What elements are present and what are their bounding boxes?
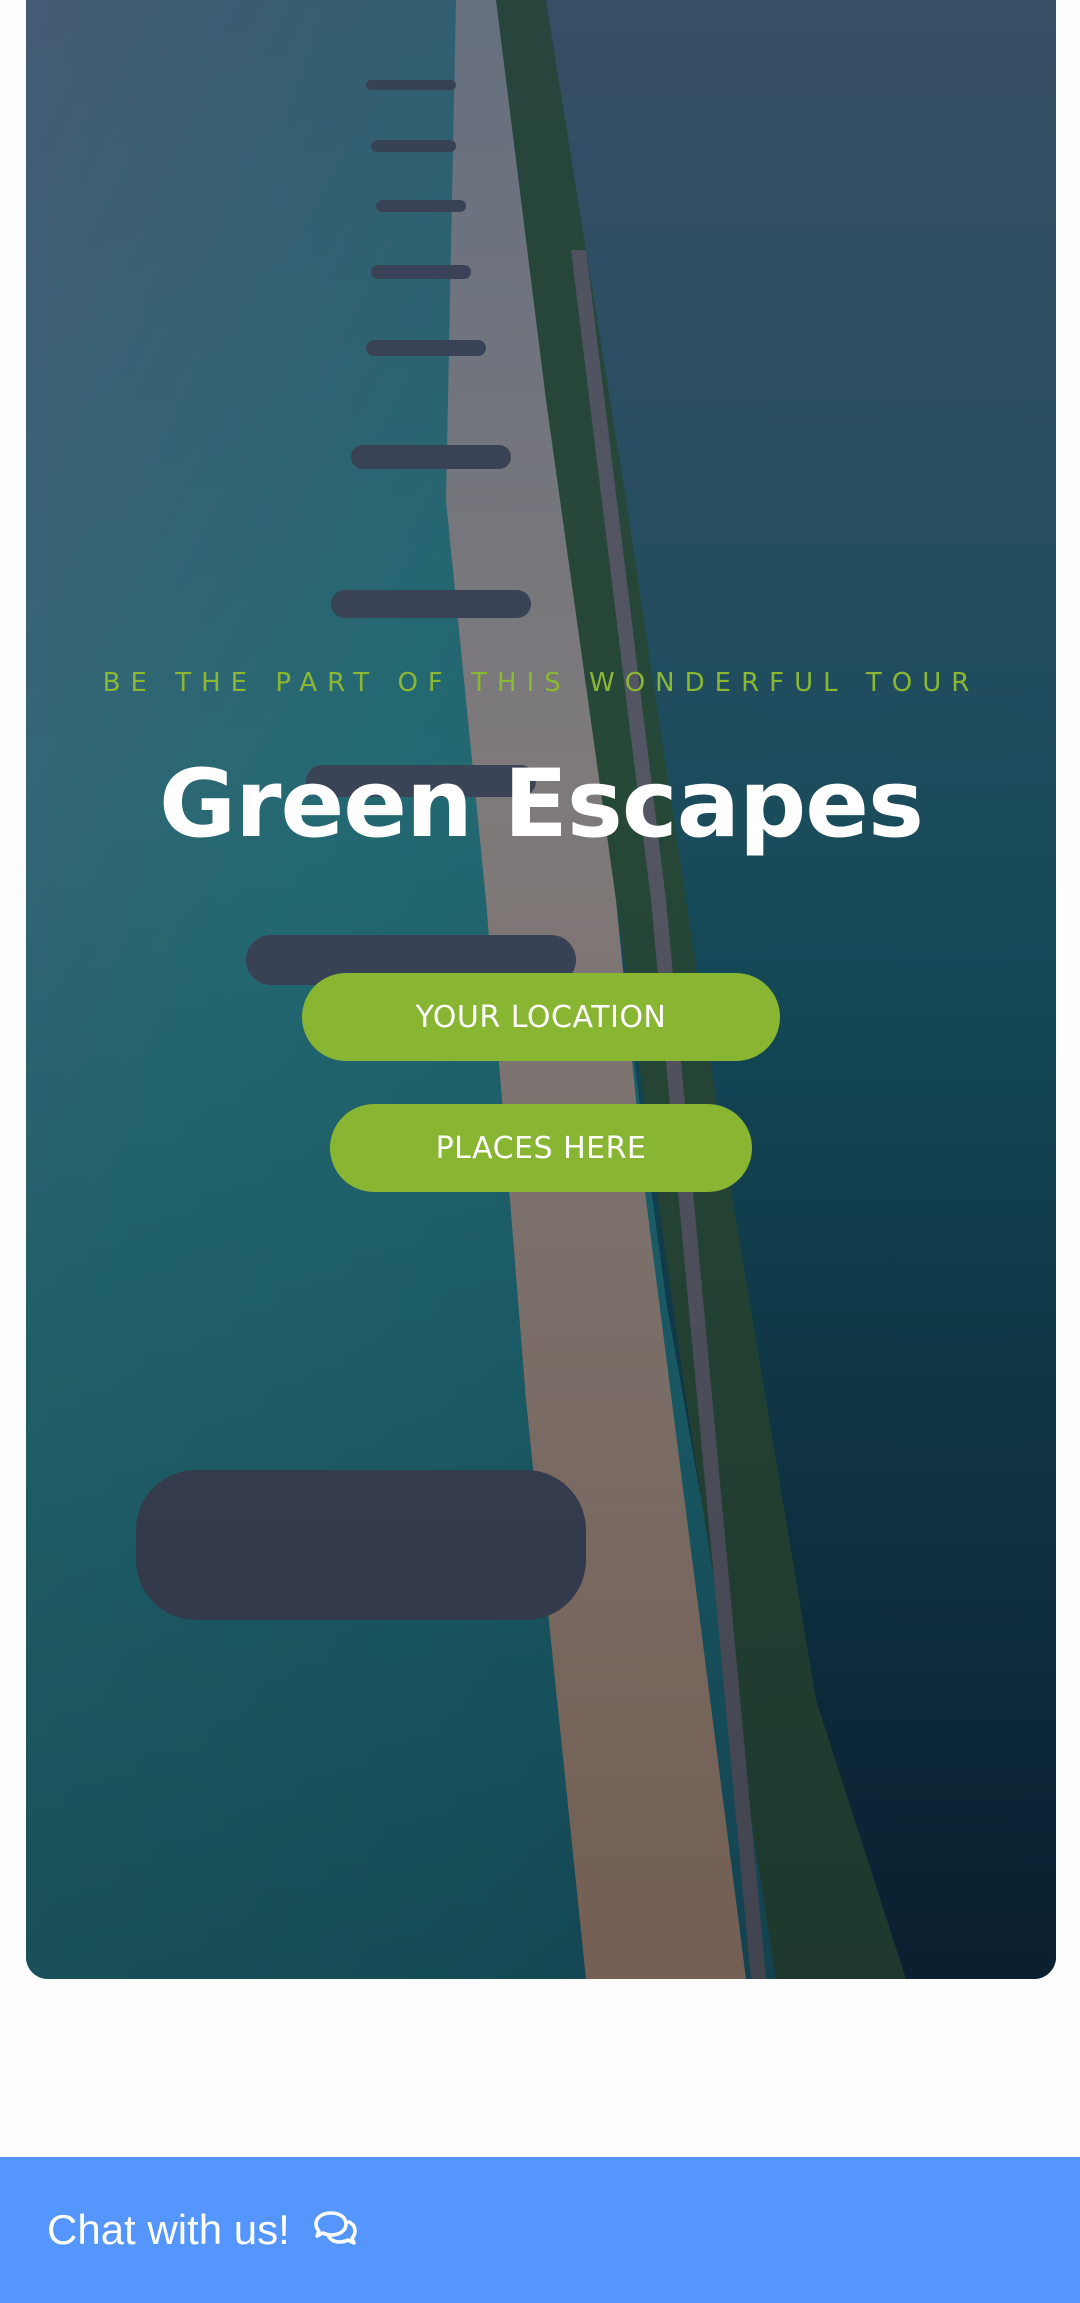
hero-tagline: BE THE PART OF THIS WONDERFUL TOUR bbox=[102, 668, 980, 698]
page-title: Green Escapes bbox=[159, 750, 924, 859]
hero-banner: BE THE PART OF THIS WONDERFUL TOUR Green… bbox=[26, 0, 1056, 1979]
chat-with-us-bar[interactable]: Chat with us! bbox=[0, 2157, 1080, 2303]
chat-label: Chat with us! bbox=[47, 2206, 290, 2253]
your-location-button[interactable]: YOUR LOCATION bbox=[302, 973, 780, 1061]
places-here-button[interactable]: PLACES HERE bbox=[330, 1104, 752, 1192]
chat-bubbles-icon bbox=[312, 2210, 358, 2250]
